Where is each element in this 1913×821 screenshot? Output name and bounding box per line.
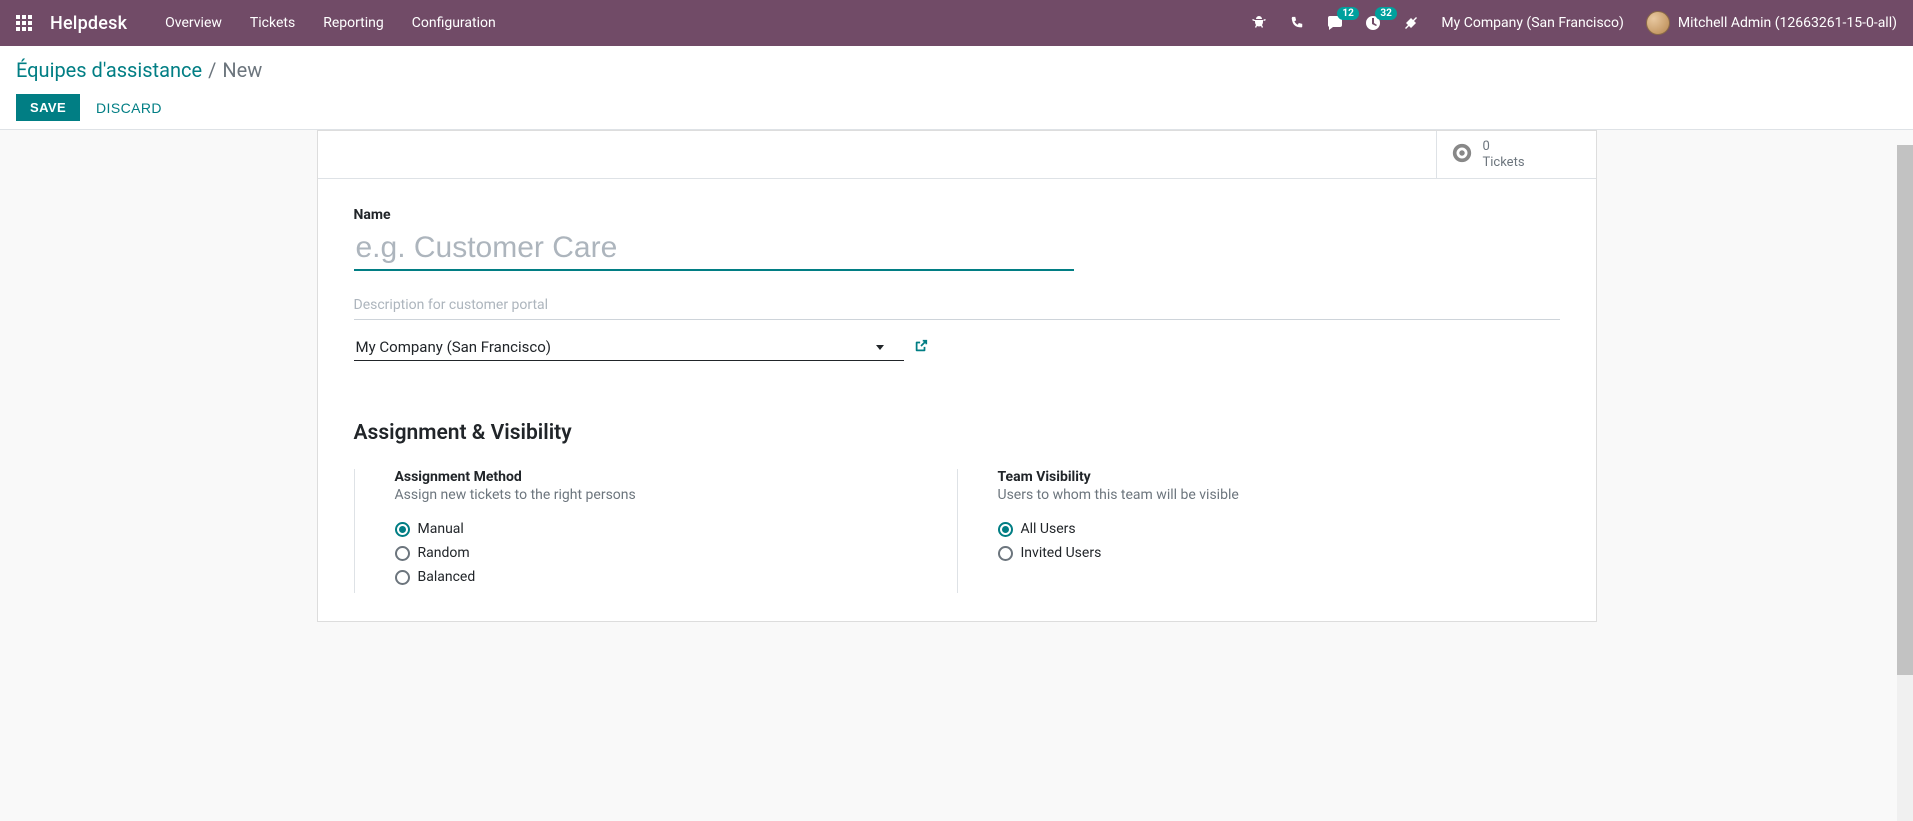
bug-icon[interactable]	[1251, 15, 1267, 31]
radio-icon	[395, 522, 410, 537]
breadcrumb-sep: /	[208, 58, 216, 82]
caret-down-icon	[876, 345, 884, 350]
lifebuoy-icon	[1451, 142, 1473, 168]
user-name: Mitchell Admin (12663261-15-0-all)	[1678, 15, 1897, 31]
button-box: 0 Tickets	[318, 131, 1596, 179]
nav-links: Overview Tickets Reporting Configuration	[165, 15, 496, 31]
form-sheet: 0 Tickets Name Description for customer …	[317, 130, 1597, 622]
tickets-count: 0	[1483, 139, 1525, 155]
radio-icon	[395, 570, 410, 585]
name-label: Name	[354, 207, 1560, 223]
description-placeholder: Description for customer portal	[354, 297, 549, 313]
nav-configuration[interactable]: Configuration	[412, 15, 496, 31]
messaging-icon[interactable]: 12	[1327, 15, 1343, 31]
company-select[interactable]: My Company (San Francisco)	[354, 334, 904, 361]
assignment-heading: Assignment Method	[395, 469, 917, 485]
visibility-sub: Users to whom this team will be visible	[998, 487, 1520, 503]
breadcrumb: Équipes d'assistance / New	[16, 58, 1897, 82]
nav-tickets[interactable]: Tickets	[250, 15, 295, 31]
visibility-column: Team Visibility Users to whom this team …	[957, 469, 1560, 593]
debug-icon[interactable]	[1403, 15, 1419, 31]
scrollbar-thumb[interactable]	[1897, 145, 1913, 675]
control-panel: Équipes d'assistance / New SAVE DISCARD	[0, 46, 1913, 130]
visibility-heading: Team Visibility	[998, 469, 1520, 485]
save-button[interactable]: SAVE	[16, 94, 80, 121]
radio-icon	[998, 546, 1013, 561]
radio-invited-users[interactable]: Invited Users	[998, 545, 1520, 561]
messaging-badge: 12	[1337, 7, 1358, 20]
description-field[interactable]: Description for customer portal	[354, 295, 1560, 320]
apps-icon[interactable]	[16, 15, 32, 31]
section-title: Assignment & Visibility	[354, 421, 1560, 445]
external-link-icon[interactable]	[914, 339, 928, 357]
navbar: Helpdesk Overview Tickets Reporting Conf…	[0, 0, 1913, 46]
breadcrumb-current: New	[222, 58, 262, 82]
radio-random[interactable]: Random	[395, 545, 917, 561]
radio-manual[interactable]: Manual	[395, 521, 917, 537]
assignment-column: Assignment Method Assign new tickets to …	[354, 469, 957, 593]
activities-badge: 32	[1375, 7, 1396, 20]
discard-button[interactable]: DISCARD	[96, 100, 162, 116]
phone-icon[interactable]	[1289, 15, 1305, 31]
user-menu[interactable]: Mitchell Admin (12663261-15-0-all)	[1646, 11, 1897, 35]
name-input[interactable]	[354, 227, 1074, 271]
company-value: My Company (San Francisco)	[356, 338, 551, 356]
tickets-label: Tickets	[1483, 155, 1525, 171]
tickets-stat-button[interactable]: 0 Tickets	[1436, 131, 1596, 178]
breadcrumb-parent[interactable]: Équipes d'assistance	[16, 58, 202, 82]
radio-icon	[395, 546, 410, 561]
activities-icon[interactable]: 32	[1365, 15, 1381, 31]
radio-balanced[interactable]: Balanced	[395, 569, 917, 585]
radio-all-users[interactable]: All Users	[998, 521, 1520, 537]
avatar	[1646, 11, 1670, 35]
brand[interactable]: Helpdesk	[50, 13, 127, 34]
scrollbar[interactable]	[1897, 145, 1913, 821]
nav-overview[interactable]: Overview	[165, 15, 222, 31]
nav-reporting[interactable]: Reporting	[323, 15, 384, 31]
assignment-sub: Assign new tickets to the right persons	[395, 487, 917, 503]
radio-icon	[998, 522, 1013, 537]
company-switcher[interactable]: My Company (San Francisco)	[1441, 15, 1623, 31]
